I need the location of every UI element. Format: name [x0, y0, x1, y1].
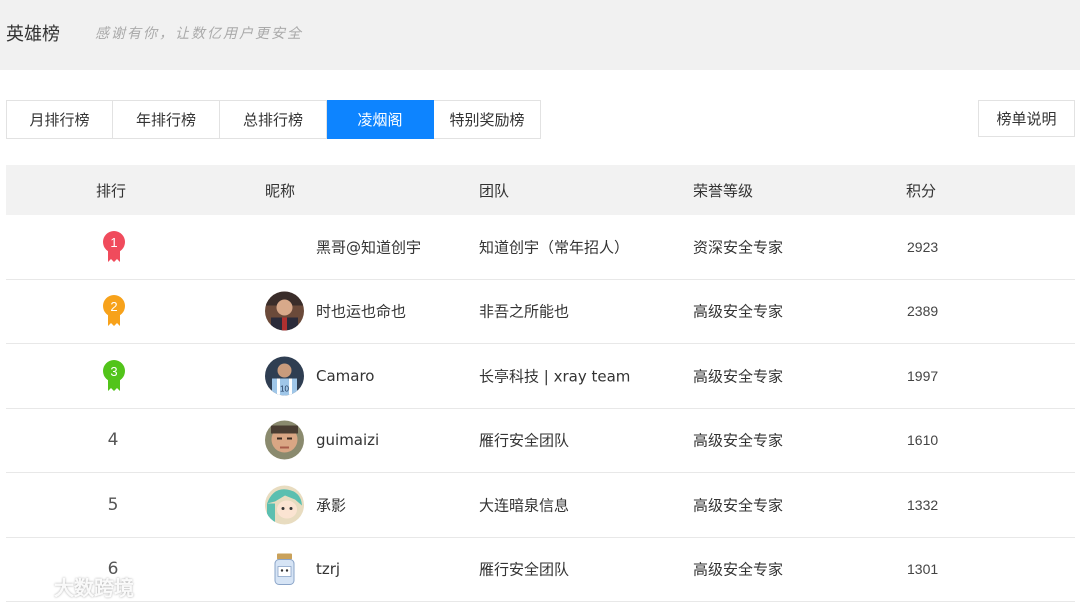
face-photo-icon[interactable] — [265, 420, 304, 460]
nickname: 承影 — [316, 496, 347, 515]
team: 雁行安全团队 — [479, 431, 570, 450]
team: 雁行安全团队 — [479, 560, 570, 579]
table-row: 4 guimaizi 雁行安全团队 高级安全专家 1610 — [6, 409, 1075, 473]
table-row: 2 时也运也命也 非吾之所能也 高级安全专家 2389 — [6, 280, 1075, 344]
nickname: tzrj — [316, 560, 341, 579]
page-header: 英雄榜 感谢有你，让数亿用户更安全 — [0, 0, 1080, 70]
rank-number: 4 — [107, 430, 119, 451]
team: 长亭科技 | xray team — [479, 367, 631, 386]
jar-avatar-icon[interactable] — [265, 549, 304, 589]
rank-number: 3 — [110, 364, 117, 379]
team: 大连暗泉信息 — [479, 496, 570, 515]
watermark-logo-icon — [10, 577, 49, 595]
rank-1-medal-icon: 1 — [103, 230, 125, 262]
person-photo-icon[interactable] — [265, 291, 304, 331]
rank-2-medal-icon: 2 — [103, 295, 125, 327]
tab-total[interactable]: 总排行榜 — [220, 100, 327, 139]
score: 1610 — [907, 432, 939, 449]
page-title: 英雄榜 — [6, 24, 60, 45]
honor-level: 高级安全专家 — [693, 431, 784, 450]
nickname: guimaizi — [316, 431, 380, 450]
rank-number: 1 — [110, 235, 117, 250]
team: 非吾之所能也 — [479, 302, 570, 321]
tab-lingyange[interactable]: 凌烟阁 — [327, 100, 434, 139]
rank-3-medal-icon: 3 — [103, 359, 125, 391]
header-team: 团队 — [479, 182, 510, 200]
score: 1997 — [907, 367, 939, 384]
watermark-text: 大数跨境 — [54, 576, 134, 600]
table-row: 3 10 Camaro 长亭科技 | xray team 高级安全专家 1997 — [6, 344, 1075, 409]
table-header: 排行 昵称 团队 荣誉等级 积分 — [6, 165, 1075, 215]
nickname: Camaro — [316, 366, 375, 385]
score: 1332 — [907, 496, 939, 513]
watermark: 大数跨境 — [10, 572, 134, 601]
svg-text:10: 10 — [280, 384, 289, 393]
table-row: 5 承影 大连暗泉信息 高级安全专家 1332 — [6, 473, 1075, 538]
table-row: 1 黑哥@知道创宇 知道创宇（常年招人） 资深安全专家 2923 — [6, 215, 1075, 280]
team: 知道创宇（常年招人） — [479, 238, 630, 257]
ranking-table: 排行 昵称 团队 荣誉等级 积分 1 黑哥@知道创宇 知道创宇（常年招人） 资深… — [6, 165, 1075, 602]
score: 2923 — [907, 238, 939, 255]
header-score: 积分 — [906, 182, 937, 200]
header-rank: 排行 — [96, 182, 127, 200]
anime-avatar-icon[interactable] — [265, 485, 304, 525]
tab-monthly[interactable]: 月排行榜 — [6, 100, 113, 139]
nickname: 黑哥@知道创宇 — [316, 238, 422, 257]
tab-yearly[interactable]: 年排行榜 — [113, 100, 220, 139]
page-subtitle: 感谢有你，让数亿用户更安全 — [95, 26, 303, 42]
header-nickname: 昵称 — [265, 182, 296, 200]
table-row: 6 tzrj 雁行安全团队 高级安全专家 1301 — [6, 538, 1075, 602]
honor-level: 高级安全专家 — [693, 560, 784, 579]
header-level: 荣誉等级 — [693, 182, 754, 200]
nickname: 时也运也命也 — [316, 302, 407, 321]
rank-number: 2 — [110, 299, 117, 314]
honor-level: 高级安全专家 — [693, 496, 784, 515]
tab-special-reward[interactable]: 特别奖励榜 — [434, 100, 541, 139]
honor-level: 高级安全专家 — [693, 302, 784, 321]
ranking-tabs: 月排行榜 年排行榜 总排行榜 凌烟阁 特别奖励榜 — [6, 100, 541, 139]
ranking-description-button[interactable]: 榜单说明 — [978, 100, 1075, 137]
honor-level: 资深安全专家 — [693, 238, 784, 257]
rank-number: 5 — [107, 494, 119, 515]
player-photo-icon[interactable]: 10 — [265, 356, 304, 396]
score: 2389 — [907, 303, 939, 320]
honor-level: 高级安全专家 — [693, 367, 784, 386]
score: 1301 — [907, 561, 939, 578]
